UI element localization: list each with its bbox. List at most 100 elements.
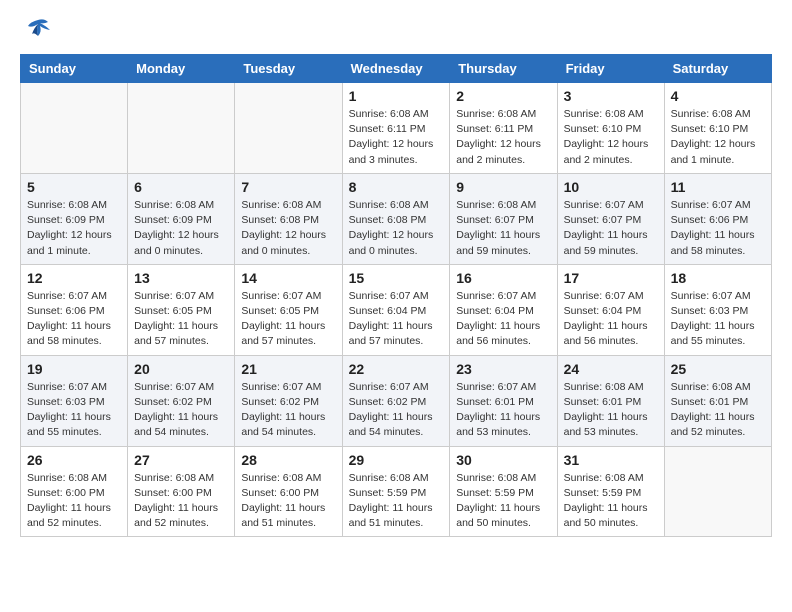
day-info: Sunrise: 6:07 AMSunset: 6:05 PMDaylight:… (241, 289, 335, 350)
day-info: Sunrise: 6:08 AMSunset: 6:11 PMDaylight:… (349, 107, 444, 168)
calendar-cell: 1 Sunrise: 6:08 AMSunset: 6:11 PMDaylight… (342, 83, 450, 174)
calendar-cell: 18 Sunrise: 6:07 AMSunset: 6:03 PMDayligh… (664, 264, 771, 355)
weekday-header-wednesday: Wednesday (342, 55, 450, 83)
calendar-cell: 16Sunrise: 6:07 AMSunset: 6:04 PMDayligh… (450, 264, 557, 355)
day-info: Sunrise: 6:08 AMSunset: 6:08 PMDaylight:… (241, 198, 335, 259)
day-number: 24 (564, 361, 658, 377)
day-number: 17 (564, 270, 658, 286)
day-info: Sunrise: 6:08 AMSunset: 6:08 PMDaylight:… (349, 198, 444, 259)
day-info: Sunrise: 6:07 AMSunset: 6:06 PMDaylight:… (671, 198, 765, 259)
day-number: 27 (134, 452, 228, 468)
day-number: 3 (564, 88, 658, 104)
day-number: 19 (27, 361, 121, 377)
calendar-week-row: 1 Sunrise: 6:08 AMSunset: 6:11 PMDaylight… (21, 83, 772, 174)
calendar-cell: 12 Sunrise: 6:07 AMSunset: 6:06 PMDayligh… (21, 264, 128, 355)
day-info: Sunrise: 6:08 AMSunset: 6:10 PMDaylight:… (671, 107, 765, 168)
day-number: 11 (671, 179, 765, 195)
calendar-cell: 24Sunrise: 6:08 AMSunset: 6:01 PMDayligh… (557, 355, 664, 446)
calendar-header-row: SundayMondayTuesdayWednesdayThursdayFrid… (21, 55, 772, 83)
day-number: 1 (349, 88, 444, 104)
weekday-header-sunday: Sunday (21, 55, 128, 83)
day-number: 18 (671, 270, 765, 286)
calendar-cell: 23 Sunrise: 6:07 AMSunset: 6:01 PMDayligh… (450, 355, 557, 446)
calendar-cell: 20 Sunrise: 6:07 AMSunset: 6:02 PMDayligh… (128, 355, 235, 446)
calendar-cell: 27 Sunrise: 6:08 AMSunset: 6:00 PMDayligh… (128, 446, 235, 537)
calendar-cell (128, 83, 235, 174)
day-number: 22 (349, 361, 444, 377)
day-info: Sunrise: 6:08 AMSunset: 5:59 PMDaylight:… (349, 471, 444, 532)
day-info: Sunrise: 6:07 AMSunset: 6:06 PMDaylight:… (27, 289, 121, 350)
day-info: Sunrise: 6:08 AMSunset: 6:00 PMDaylight:… (241, 471, 335, 532)
day-number: 29 (349, 452, 444, 468)
calendar-cell: 13Sunrise: 6:07 AMSunset: 6:05 PMDayligh… (128, 264, 235, 355)
day-info: Sunrise: 6:08 AMSunset: 6:09 PMDaylight:… (27, 198, 121, 259)
calendar-cell: 14 Sunrise: 6:07 AMSunset: 6:05 PMDayligh… (235, 264, 342, 355)
day-info: Sunrise: 6:08 AMSunset: 6:00 PMDaylight:… (134, 471, 228, 532)
calendar-cell: 11 Sunrise: 6:07 AMSunset: 6:06 PMDayligh… (664, 173, 771, 264)
day-info: Sunrise: 6:07 AMSunset: 6:02 PMDaylight:… (134, 380, 228, 441)
weekday-header-tuesday: Tuesday (235, 55, 342, 83)
weekday-header-saturday: Saturday (664, 55, 771, 83)
day-number: 12 (27, 270, 121, 286)
logo (20, 16, 56, 44)
header (20, 16, 772, 44)
day-number: 20 (134, 361, 228, 377)
calendar-cell: 5 Sunrise: 6:08 AMSunset: 6:09 PMDaylight… (21, 173, 128, 264)
calendar-cell (664, 446, 771, 537)
calendar-week-row: 5 Sunrise: 6:08 AMSunset: 6:09 PMDaylight… (21, 173, 772, 264)
day-info: Sunrise: 6:08 AMSunset: 5:59 PMDaylight:… (564, 471, 658, 532)
logo-bird-icon (20, 16, 52, 44)
day-number: 10 (564, 179, 658, 195)
day-number: 26 (27, 452, 121, 468)
day-info: Sunrise: 6:07 AMSunset: 6:07 PMDaylight:… (564, 198, 658, 259)
day-info: Sunrise: 6:08 AMSunset: 6:00 PMDaylight:… (27, 471, 121, 532)
day-number: 7 (241, 179, 335, 195)
day-number: 25 (671, 361, 765, 377)
calendar-cell: 26 Sunrise: 6:08 AMSunset: 6:00 PMDayligh… (21, 446, 128, 537)
calendar-cell: 8Sunrise: 6:08 AMSunset: 6:08 PMDaylight… (342, 173, 450, 264)
day-number: 23 (456, 361, 550, 377)
calendar-cell (235, 83, 342, 174)
day-info: Sunrise: 6:07 AMSunset: 6:05 PMDaylight:… (134, 289, 228, 350)
weekday-header-thursday: Thursday (450, 55, 557, 83)
calendar-cell: 15 Sunrise: 6:07 AMSunset: 6:04 PMDayligh… (342, 264, 450, 355)
day-info: Sunrise: 6:07 AMSunset: 6:03 PMDaylight:… (671, 289, 765, 350)
day-number: 31 (564, 452, 658, 468)
weekday-header-monday: Monday (128, 55, 235, 83)
calendar-cell: 2Sunrise: 6:08 AMSunset: 6:11 PMDaylight… (450, 83, 557, 174)
day-info: Sunrise: 6:08 AMSunset: 6:10 PMDaylight:… (564, 107, 658, 168)
day-info: Sunrise: 6:07 AMSunset: 6:04 PMDaylight:… (564, 289, 658, 350)
calendar-week-row: 12 Sunrise: 6:07 AMSunset: 6:06 PMDayligh… (21, 264, 772, 355)
calendar-cell: 22 Sunrise: 6:07 AMSunset: 6:02 PMDayligh… (342, 355, 450, 446)
day-number: 5 (27, 179, 121, 195)
day-info: Sunrise: 6:07 AMSunset: 6:01 PMDaylight:… (456, 380, 550, 441)
day-info: Sunrise: 6:08 AMSunset: 5:59 PMDaylight:… (456, 471, 550, 532)
calendar-cell: 7 Sunrise: 6:08 AMSunset: 6:08 PMDaylight… (235, 173, 342, 264)
day-number: 21 (241, 361, 335, 377)
calendar-cell: 6Sunrise: 6:08 AMSunset: 6:09 PMDaylight… (128, 173, 235, 264)
day-number: 6 (134, 179, 228, 195)
day-info: Sunrise: 6:08 AMSunset: 6:11 PMDaylight:… (456, 107, 550, 168)
calendar-week-row: 19Sunrise: 6:07 AMSunset: 6:03 PMDayligh… (21, 355, 772, 446)
calendar-cell: 17 Sunrise: 6:07 AMSunset: 6:04 PMDayligh… (557, 264, 664, 355)
calendar-cell: 28 Sunrise: 6:08 AMSunset: 6:00 PMDayligh… (235, 446, 342, 537)
day-number: 30 (456, 452, 550, 468)
day-number: 4 (671, 88, 765, 104)
calendar-cell: 21 Sunrise: 6:07 AMSunset: 6:02 PMDayligh… (235, 355, 342, 446)
day-info: Sunrise: 6:07 AMSunset: 6:02 PMDaylight:… (349, 380, 444, 441)
calendar-cell: 25 Sunrise: 6:08 AMSunset: 6:01 PMDayligh… (664, 355, 771, 446)
calendar-table: SundayMondayTuesdayWednesdayThursdayFrid… (20, 54, 772, 537)
day-info: Sunrise: 6:07 AMSunset: 6:04 PMDaylight:… (349, 289, 444, 350)
calendar-cell: 31 Sunrise: 6:08 AMSunset: 5:59 PMDayligh… (557, 446, 664, 537)
day-number: 9 (456, 179, 550, 195)
calendar-cell: 29 Sunrise: 6:08 AMSunset: 5:59 PMDayligh… (342, 446, 450, 537)
day-number: 14 (241, 270, 335, 286)
calendar-cell: 9Sunrise: 6:08 AMSunset: 6:07 PMDaylight… (450, 173, 557, 264)
day-number: 28 (241, 452, 335, 468)
weekday-header-friday: Friday (557, 55, 664, 83)
day-info: Sunrise: 6:07 AMSunset: 6:02 PMDaylight:… (241, 380, 335, 441)
day-number: 15 (349, 270, 444, 286)
calendar-cell: 3 Sunrise: 6:08 AMSunset: 6:10 PMDaylight… (557, 83, 664, 174)
day-info: Sunrise: 6:07 AMSunset: 6:04 PMDaylight:… (456, 289, 550, 350)
day-info: Sunrise: 6:08 AMSunset: 6:01 PMDaylight:… (671, 380, 765, 441)
